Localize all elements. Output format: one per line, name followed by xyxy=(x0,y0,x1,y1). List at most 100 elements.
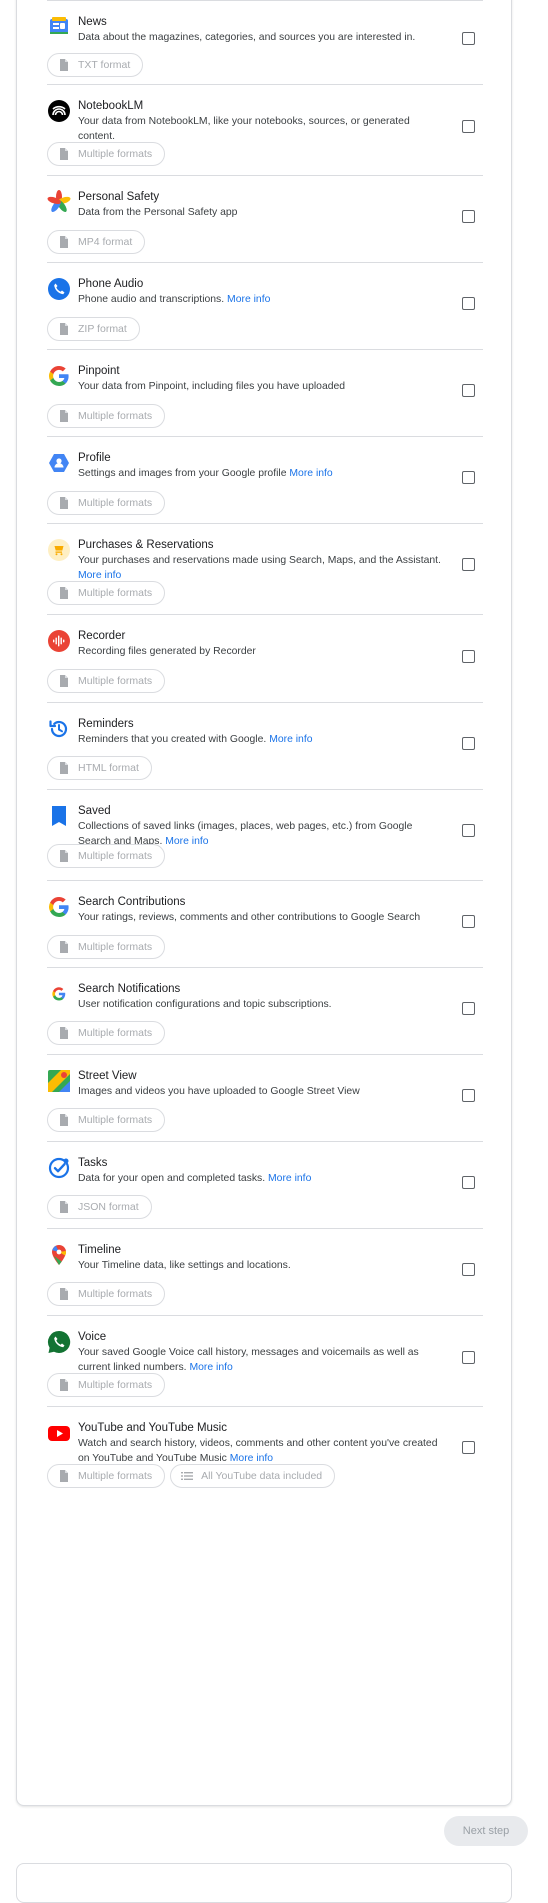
service-description: Images and videos you have uploaded to G… xyxy=(78,1084,442,1099)
format-chips: TXT format xyxy=(47,53,144,77)
include-checkbox[interactable] xyxy=(462,32,475,45)
format-chip[interactable]: Multiple formats xyxy=(47,404,166,428)
include-checkbox[interactable] xyxy=(462,824,475,837)
service-row-notebooklm: NotebookLM Your data from NotebookLM, lik… xyxy=(47,84,483,175)
format-chip[interactable]: Multiple formats xyxy=(47,581,166,605)
service-description: Data about the magazines, categories, an… xyxy=(78,30,442,45)
file-icon xyxy=(58,675,70,687)
list-icon xyxy=(181,1470,194,1482)
format-chip[interactable]: MP4 format xyxy=(47,230,146,254)
format-chip[interactable]: Multiple formats xyxy=(47,491,166,515)
next-section-card xyxy=(16,1863,512,1903)
include-checkbox[interactable] xyxy=(462,737,475,750)
service-description: Settings and images from your Google pro… xyxy=(78,466,442,481)
service-row-recorder: Recorder Recording files generated by Rec… xyxy=(47,614,483,702)
include-checkbox[interactable] xyxy=(462,1263,475,1276)
google-g-icon xyxy=(47,364,71,388)
reminders-icon xyxy=(47,717,71,741)
include-checkbox[interactable] xyxy=(462,120,475,133)
format-chip[interactable]: Multiple formats xyxy=(47,1108,166,1132)
format-chip[interactable]: JSON format xyxy=(47,1195,152,1219)
service-row-phone-audio: Phone Audio Phone audio and transcription… xyxy=(47,262,483,349)
format-chips: Multiple formats xyxy=(47,935,166,959)
service-description-text: Recording files generated by Recorder xyxy=(78,646,256,657)
service-description: Your saved Google Voice call history, me… xyxy=(78,1345,442,1375)
include-checkbox[interactable] xyxy=(462,1089,475,1102)
chip-label: Multiple formats xyxy=(78,675,153,687)
service-row-purchases: Purchases & Reservations Your purchases a… xyxy=(47,523,483,614)
file-icon xyxy=(58,148,70,160)
service-row-reminders: Reminders Reminders that you created with… xyxy=(47,702,483,789)
include-checkbox[interactable] xyxy=(462,1176,475,1189)
service-row-youtube: YouTube and YouTube Music Watch and searc… xyxy=(47,1406,483,1806)
service-description: Your data from NotebookLM, like your not… xyxy=(78,114,442,144)
include-checkbox[interactable] xyxy=(462,1002,475,1015)
file-icon xyxy=(58,497,70,509)
format-chips: Multiple formats xyxy=(47,1108,166,1132)
service-description: Your ratings, reviews, comments and othe… xyxy=(78,910,442,925)
service-description-text: Your purchases and reservations made usi… xyxy=(78,555,441,566)
format-chips: Multiple formats xyxy=(47,1021,166,1045)
service-name: Search Notifications xyxy=(78,983,181,995)
more-info-link[interactable]: More info xyxy=(189,1362,232,1373)
file-icon xyxy=(58,1114,70,1126)
service-description-text: Your data from Pinpoint, including files… xyxy=(78,381,346,392)
include-checkbox[interactable] xyxy=(462,297,475,310)
more-info-link[interactable]: More info xyxy=(227,294,270,305)
format-chips: Multiple formats xyxy=(47,1282,166,1306)
include-checkbox[interactable] xyxy=(462,1351,475,1364)
service-name: Personal Safety xyxy=(78,191,160,203)
format-chip[interactable]: Multiple formats xyxy=(47,1373,166,1397)
format-chip[interactable]: Multiple formats xyxy=(47,935,166,959)
service-description-text: Reminders that you created with Google. xyxy=(78,734,267,745)
chip-label: Multiple formats xyxy=(78,497,153,509)
google-voice-icon xyxy=(47,1330,71,1354)
service-description-text: Settings and images from your Google pro… xyxy=(78,468,287,479)
format-chip[interactable]: Multiple formats xyxy=(47,669,166,693)
include-checkbox[interactable] xyxy=(462,1441,475,1454)
format-chip[interactable]: Multiple formats xyxy=(47,844,166,868)
service-name: Recorder xyxy=(78,630,126,642)
format-chip[interactable]: ZIP format xyxy=(47,317,140,341)
format-chips: HTML format xyxy=(47,756,152,780)
more-info-link[interactable]: More info xyxy=(268,1173,311,1184)
more-info-link[interactable]: More info xyxy=(78,570,121,581)
include-checkbox[interactable] xyxy=(462,210,475,223)
service-description-text: Data from the Personal Safety app xyxy=(78,207,238,218)
service-name: Profile xyxy=(78,452,111,464)
chip-label: HTML format xyxy=(78,762,139,774)
file-icon xyxy=(58,850,70,862)
street-view-icon xyxy=(47,1069,71,1093)
service-name: Pinpoint xyxy=(78,365,120,377)
service-name: Street View xyxy=(78,1070,137,1082)
format-chip[interactable]: Multiple formats xyxy=(47,142,166,166)
format-chip[interactable]: Multiple formats xyxy=(47,1464,166,1488)
include-checkbox[interactable] xyxy=(462,471,475,484)
include-checkbox[interactable] xyxy=(462,384,475,397)
more-info-link[interactable]: More info xyxy=(269,734,312,745)
service-row-personal-safety: Personal Safety Data from the Personal Sa… xyxy=(47,175,483,262)
bookmark-icon xyxy=(47,804,71,828)
more-info-link[interactable]: More info xyxy=(230,1453,273,1464)
format-chip[interactable]: Multiple formats xyxy=(47,1021,166,1045)
format-chip[interactable]: HTML format xyxy=(47,756,152,780)
chip-label: Multiple formats xyxy=(78,1379,153,1391)
notebooklm-icon xyxy=(47,99,71,123)
next-step-button[interactable]: Next step xyxy=(444,1816,528,1846)
service-name: Timeline xyxy=(78,1244,122,1256)
chip-label: JSON format xyxy=(78,1201,139,1213)
more-info-link[interactable]: More info xyxy=(289,468,332,479)
format-chips: Multiple formats xyxy=(47,669,166,693)
profile-icon xyxy=(47,451,71,475)
format-chip[interactable]: Multiple formats xyxy=(47,1282,166,1306)
include-checkbox[interactable] xyxy=(462,650,475,663)
service-row-tasks: Tasks Data for your open and completed ta… xyxy=(47,1141,483,1228)
format-chips: MP4 format xyxy=(47,230,146,254)
include-checkbox[interactable] xyxy=(462,915,475,928)
include-checkbox[interactable] xyxy=(462,558,475,571)
more-info-link[interactable]: More info xyxy=(165,836,208,847)
format-chips: Multiple formats xyxy=(47,142,166,166)
data-included-chip[interactable]: All YouTube data included xyxy=(170,1464,336,1488)
format-chip[interactable]: TXT format xyxy=(47,53,144,77)
file-icon xyxy=(58,762,70,774)
